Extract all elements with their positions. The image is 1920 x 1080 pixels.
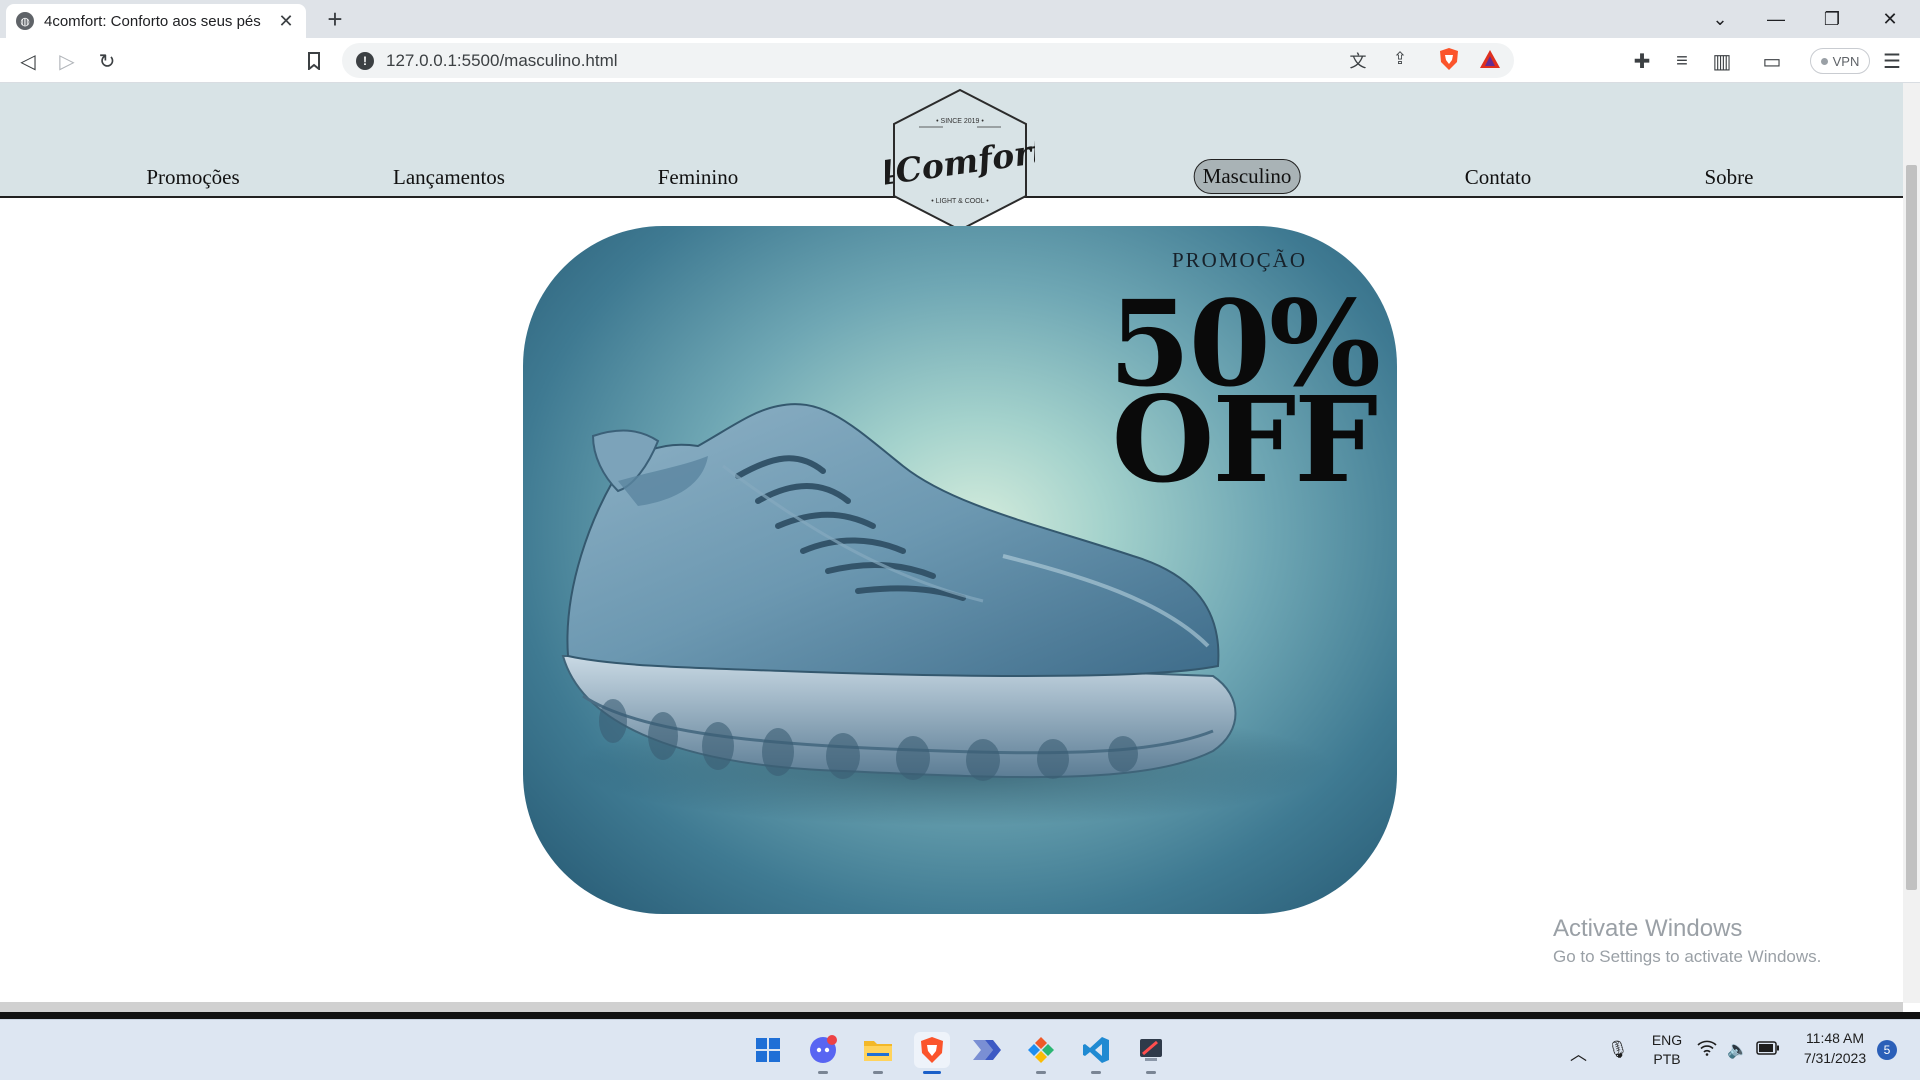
wifi-icon[interactable] <box>1697 1040 1717 1061</box>
discount-headline: 50% OFF <box>1109 285 1381 509</box>
vscode-taskbar-icon[interactable] <box>1078 1032 1114 1074</box>
app-running-indicator <box>1146 1071 1156 1074</box>
watermark-title: Activate Windows <box>1553 915 1743 942</box>
snipping-tool-taskbar-icon[interactable] <box>1133 1032 1169 1074</box>
tab-title: 4comfort: Conforto aos seus pés <box>44 12 261 30</box>
bookmark-icon[interactable] <box>299 46 329 76</box>
nav-contato[interactable]: Contato <box>1465 165 1532 190</box>
site-logo[interactable]: • SINCE 2019 • 4Comfort • LIGHT & COOL • <box>870 86 1049 234</box>
site-info-icon[interactable]: ! <box>356 51 374 70</box>
nav-feminino[interactable]: Feminino <box>658 165 739 190</box>
browser-tab[interactable]: ◍ 4comfort: Conforto aos seus pés ✕ <box>6 4 306 38</box>
tab-search-chevron-icon[interactable]: ⌄ <box>1692 0 1748 38</box>
horizontal-scrollbar[interactable] <box>0 1002 1903 1012</box>
clock-date: 7/31/2023 <box>1803 1050 1867 1066</box>
windows-taskbar: ︿ 🎙 ENG PTB 🔈 11:48 AM 7/31/2023 5 <box>0 1019 1920 1080</box>
clock-time: 11:48 AM <box>1805 1030 1865 1046</box>
promo-banner[interactable]: PROMOÇÃO 50% OFF <box>523 226 1397 914</box>
power-automate-taskbar-icon[interactable] <box>968 1032 1004 1068</box>
browser-tab-strip: ◍ 4comfort: Conforto aos seus pés ✕ + ⌄ … <box>0 0 1920 38</box>
share-icon[interactable]: ⇪ <box>1386 45 1414 73</box>
close-tab-icon[interactable]: ✕ <box>276 11 296 32</box>
media-playlist-icon[interactable]: ≡ <box>1667 46 1697 76</box>
back-icon[interactable]: ◁ <box>13 46 43 76</box>
activate-windows-watermark: Activate Windows Go to Settings to activ… <box>1553 915 1821 967</box>
nav-masculino[interactable]: Masculino <box>1193 159 1301 194</box>
store-app-taskbar-icon[interactable] <box>1023 1032 1059 1074</box>
globe-icon: ◍ <box>16 12 34 30</box>
extensions-icon[interactable]: ✚ <box>1627 46 1657 76</box>
logo-since: • SINCE 2019 • <box>936 118 984 125</box>
scrollbar-thumb[interactable] <box>1906 165 1917 890</box>
clock[interactable]: 11:48 AM 7/31/2023 <box>1800 1030 1870 1066</box>
start-button[interactable] <box>750 1032 786 1068</box>
window-bottom-border <box>0 1012 1920 1019</box>
menu-icon[interactable]: ☰ <box>1877 46 1907 76</box>
watermark-subtitle: Go to Settings to activate Windows. <box>1553 947 1822 966</box>
app-running-indicator <box>1091 1071 1101 1074</box>
restore-button[interactable]: ❐ <box>1804 0 1860 38</box>
language-indicator[interactable]: ENG PTB <box>1649 1032 1685 1067</box>
reload-icon[interactable]: ↻ <box>92 46 122 76</box>
vpn-button[interactable]: VPN <box>1810 48 1870 74</box>
brave-rewards-icon[interactable] <box>1476 45 1504 73</box>
language-code: ENG <box>1651 1032 1683 1048</box>
url-text: 127.0.0.1:5500/masculino.html <box>386 50 618 70</box>
sidebar-icon[interactable]: ▥ <box>1707 46 1737 76</box>
nav-lancamentos[interactable]: Lançamentos <box>393 165 505 190</box>
page-viewport: Promoções Lançamentos Feminino Masculino… <box>0 83 1903 1003</box>
app-running-indicator <box>818 1071 828 1074</box>
discount-off: OFF <box>1111 370 1378 509</box>
forward-icon[interactable]: ▷ <box>52 46 82 76</box>
discord-taskbar-icon[interactable] <box>805 1032 841 1074</box>
windows-logo-icon <box>756 1038 780 1062</box>
address-bar[interactable]: ! 127.0.0.1:5500/masculino.html <box>342 43 1514 78</box>
app-running-indicator <box>1036 1071 1046 1074</box>
logo-tagline: • LIGHT & COOL • <box>931 198 989 205</box>
vpn-label: VPN <box>1832 53 1860 69</box>
browser-toolbar: ◁ ▷ ↻ ! 127.0.0.1:5500/masculino.html 文 … <box>0 38 1920 83</box>
keyboard-layout-code: PTB <box>1653 1051 1681 1067</box>
show-hidden-icons-chevron-icon[interactable]: ︿ <box>1570 1040 1587 1065</box>
app-active-indicator <box>923 1071 941 1074</box>
new-tab-button[interactable]: + <box>320 4 350 34</box>
minimize-button[interactable]: — <box>1748 0 1804 38</box>
vpn-status-dot <box>1820 57 1828 65</box>
nav-sobre[interactable]: Sobre <box>1705 165 1754 190</box>
page-scrollbar[interactable] <box>1903 83 1920 1003</box>
file-explorer-taskbar-icon[interactable] <box>860 1032 896 1074</box>
volume-icon[interactable]: 🔈 <box>1727 1040 1748 1060</box>
brave-shields-icon[interactable] <box>1435 45 1463 73</box>
brave-taskbar-icon[interactable] <box>914 1032 950 1074</box>
microphone-icon[interactable]: 🎙 <box>1607 1040 1629 1060</box>
wallet-icon[interactable]: ▭ <box>1757 46 1787 76</box>
notification-badge[interactable]: 5 <box>1877 1040 1897 1060</box>
battery-icon[interactable] <box>1756 1040 1780 1060</box>
close-window-button[interactable]: ✕ <box>1862 0 1918 38</box>
app-running-indicator <box>873 1071 883 1074</box>
promo-label: PROMOÇÃO <box>1171 248 1307 272</box>
nav-promocoes[interactable]: Promoções <box>146 165 239 190</box>
translate-icon[interactable]: 文 <box>1344 45 1372 73</box>
